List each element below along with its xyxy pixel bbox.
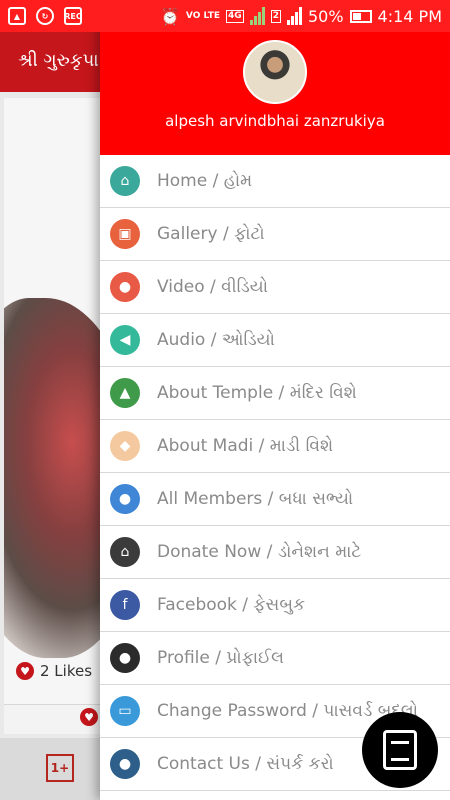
password-icon: ▭ bbox=[110, 696, 140, 726]
menu-item[interactable]: ● All Members / બધા સભ્યો bbox=[100, 473, 450, 526]
battery-icon bbox=[349, 9, 372, 23]
app-title: શ્રી ગુરુકૃપા bbox=[18, 50, 99, 71]
speaker-icon: ◀ bbox=[110, 325, 140, 355]
signal-icon bbox=[249, 7, 265, 25]
like-button-icon[interactable]: ♥ bbox=[80, 708, 98, 726]
menu-item[interactable]: ⌂ Donate Now / ડોનેશન માટે bbox=[100, 526, 450, 579]
temple-icon: ▲ bbox=[110, 378, 140, 408]
oneplus-logo-icon[interactable]: 1+ bbox=[46, 754, 74, 782]
likes-count[interactable]: ♥ 2 Likes bbox=[16, 662, 92, 680]
members-icon: ● bbox=[110, 484, 140, 514]
gallery-icon: ▲ bbox=[8, 7, 26, 25]
menu-item-label: All Members / બધા સભ્યો bbox=[157, 489, 354, 509]
menu-item[interactable]: ● Video / વીડિયો bbox=[100, 261, 450, 314]
menu-item-label: About Madi / માડી વિશે bbox=[157, 436, 334, 456]
video-camera-icon: ● bbox=[110, 272, 140, 302]
drawer-menu: ⌂ Home / હોમ ▣ Gallery / ફોટો ● Video / વીડિય… bbox=[100, 155, 450, 791]
home-icon: ⌂ bbox=[110, 166, 140, 196]
menu-item-label: Gallery / ફોટો bbox=[157, 224, 265, 244]
menu-item[interactable]: ▣ Gallery / ફોટો bbox=[100, 208, 450, 261]
menu-item-label: Home / હોમ bbox=[157, 171, 253, 191]
heart-icon: ♥ bbox=[16, 662, 34, 680]
volte-label: VO LTE bbox=[185, 10, 221, 21]
rec-icon: REC bbox=[64, 7, 82, 25]
clock: 4:14 PM bbox=[377, 6, 442, 26]
menu-item[interactable]: ◆ About Madi / માડી વિશે bbox=[100, 420, 450, 473]
profile-icon: ● bbox=[110, 643, 140, 673]
menu-item-label: Donate Now / ડોનેશન માટે bbox=[157, 542, 362, 562]
menu-item[interactable]: ◀ Audio / ઓડિયો bbox=[100, 314, 450, 367]
notes-fab-button[interactable] bbox=[362, 712, 438, 788]
drawer-header: alpesh arvindbhai zanzrukiya bbox=[100, 32, 450, 155]
facebook-icon: f bbox=[110, 590, 140, 620]
network-type: 4G bbox=[226, 9, 244, 23]
gallery-icon: ▣ bbox=[110, 219, 140, 249]
menu-item-label: Profile / પ્રોફાઈલ bbox=[157, 648, 284, 668]
document-icon bbox=[383, 730, 417, 770]
likes-label: 2 Likes bbox=[40, 662, 93, 680]
alarm-icon: ⏰ bbox=[160, 6, 180, 26]
status-bar: ▲ ↻ REC ⏰ VO LTE 4G 2 50% 4:14 PM bbox=[0, 0, 450, 32]
madi-icon: ◆ bbox=[110, 431, 140, 461]
signal-sim2-icon bbox=[286, 7, 302, 25]
menu-item[interactable]: ● Profile / પ્રોફાઈલ bbox=[100, 632, 450, 685]
menu-item-label: Audio / ઓડિયો bbox=[157, 330, 275, 350]
sim2-label: 2 bbox=[270, 9, 281, 23]
sync-icon: ↻ bbox=[36, 7, 54, 25]
donate-home-icon: ⌂ bbox=[110, 537, 140, 567]
menu-item-label: About Temple / મંદિર વિશે bbox=[157, 383, 357, 403]
navigation-drawer: alpesh arvindbhai zanzrukiya ⌂ Home / હોમ… bbox=[100, 0, 450, 800]
menu-item-label: Contact Us / સંપર્ક કરો bbox=[157, 754, 334, 774]
avatar[interactable] bbox=[243, 40, 307, 104]
menu-item[interactable]: f Facebook / ફેસબુક bbox=[100, 579, 450, 632]
menu-item[interactable]: ⌂ Home / હોમ bbox=[100, 155, 450, 208]
menu-item[interactable]: ▲ About Temple / મંદિર વિશે bbox=[100, 367, 450, 420]
location-pin-icon: ● bbox=[110, 749, 140, 779]
user-name: alpesh arvindbhai zanzrukiya bbox=[165, 112, 385, 130]
battery-percent: 50% bbox=[307, 6, 344, 26]
menu-item-label: Facebook / ફેસબુક bbox=[157, 595, 305, 615]
menu-item-label: Video / વીડિયો bbox=[157, 277, 268, 297]
